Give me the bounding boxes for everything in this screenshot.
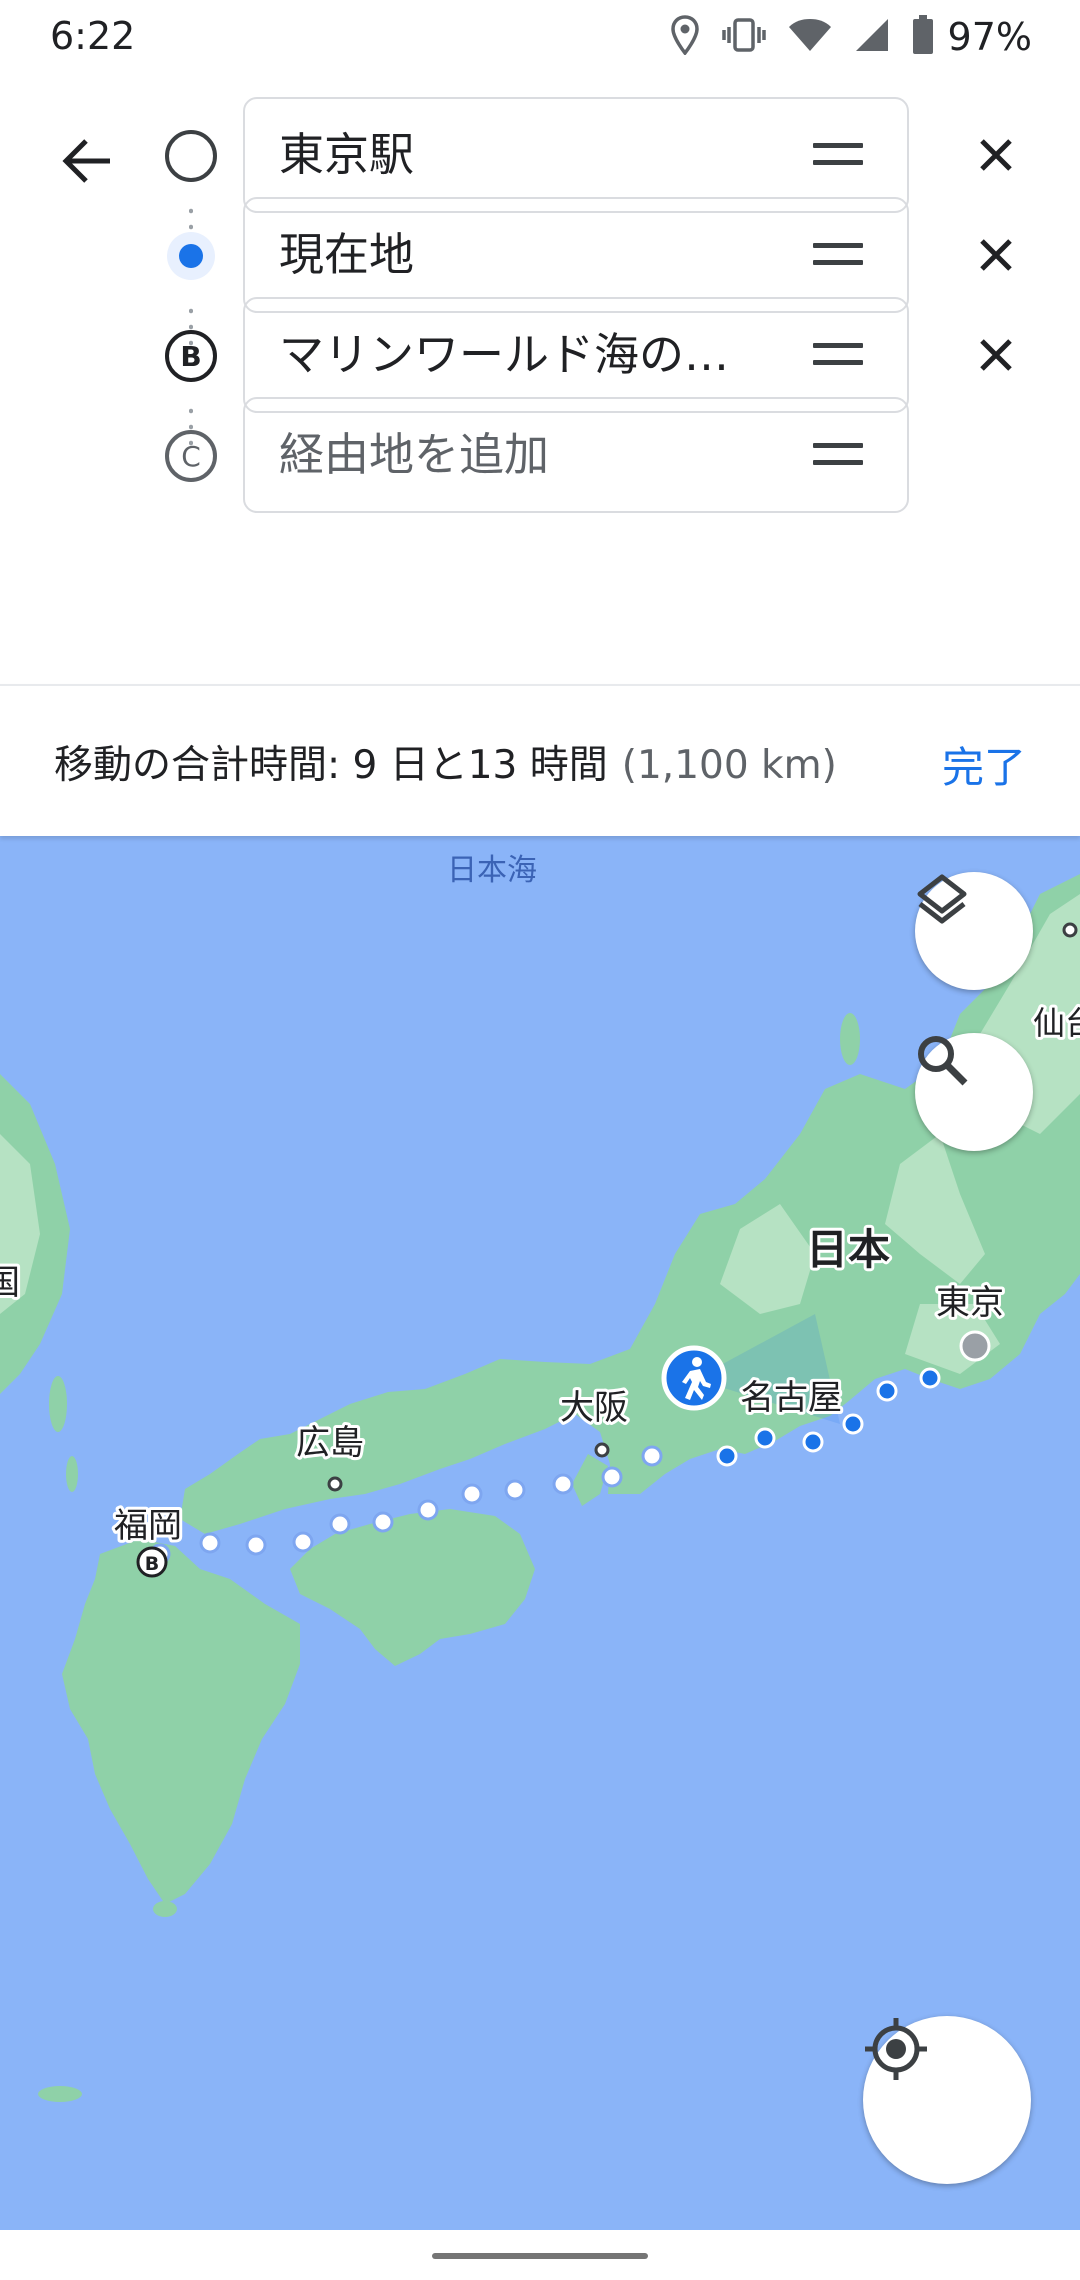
add-stop-field[interactable]: 経由地を追加 (243, 397, 909, 513)
layers-icon (917, 874, 967, 924)
done-button[interactable]: 完了 (942, 734, 1026, 795)
route-dot (754, 1427, 776, 1449)
destination-field[interactable]: マリンワールド海の… (243, 297, 909, 413)
route-dot (417, 1499, 439, 1521)
directions-panel: 東京駅 現在地 B マリンワールド海の… C 経由地を追加 (0, 75, 1080, 685)
wifi-icon (788, 17, 832, 57)
trip-summary: 移動の合計時間: 9 日と13 時間 (1,100 km) 完了 (0, 684, 1080, 836)
origin-field[interactable]: 東京駅 (243, 97, 909, 213)
vibrate-icon (721, 17, 766, 57)
destination-value: マリンワールド海の… (279, 328, 730, 381)
route-dot (919, 1367, 941, 1389)
svg-text:C: C (181, 440, 201, 473)
route-dot (292, 1531, 314, 1553)
route-dot (716, 1445, 738, 1467)
route-dot (461, 1483, 483, 1505)
my-location-button[interactable] (863, 2016, 1031, 2184)
battery-icon (912, 15, 934, 59)
stop-c-marker-icon: C (163, 428, 219, 484)
origin-value: 東京駅 (279, 128, 415, 181)
route-dot (329, 1513, 351, 1535)
map-label-japan: 日本 (806, 1225, 890, 1274)
map-label-nagoya: 名古屋 (740, 1378, 842, 1418)
status-icons: 97% (670, 12, 1032, 62)
map-label-tokyo: 東京 (936, 1283, 1004, 1323)
search-icon (918, 1036, 968, 1086)
map-label-hiroshima: 広島 (296, 1423, 364, 1463)
drag-handle-icon[interactable] (813, 143, 863, 169)
route-dot (842, 1413, 864, 1435)
total-distance: (1,100 km) (621, 743, 837, 788)
total-time-label: 移動の合計時間: 9 日と13 時間 (1,100 km) (54, 734, 837, 790)
total-time-text: 移動の合計時間: 9 日と13 時間 (54, 743, 608, 788)
island (49, 1376, 67, 1432)
drag-handle-icon[interactable] (813, 443, 863, 469)
map-label-sea: 日本海 (447, 853, 537, 888)
svg-text:B: B (180, 340, 201, 373)
map-label-osaka: 大阪 (560, 1388, 628, 1428)
signal-icon (854, 17, 890, 57)
status-bar: 6:22 97% (0, 0, 1080, 75)
route-dot (245, 1534, 267, 1556)
land-shikoku (290, 1509, 535, 1666)
route-dot (802, 1431, 824, 1453)
home-gesture-handle[interactable] (432, 2253, 648, 2259)
add-stop-placeholder: 経由地を追加 (279, 428, 550, 481)
island (840, 1013, 860, 1065)
layers-button[interactable] (915, 872, 1033, 990)
close-icon (980, 339, 1012, 371)
origin-marker-icon (163, 128, 219, 184)
battery-percent: 97% (947, 15, 1032, 59)
back-button[interactable] (50, 125, 122, 197)
map-label-sendai: 仙台 (1033, 1004, 1080, 1042)
destination-marker-b-label: B (145, 1553, 159, 1575)
remove-stop-button[interactable] (964, 323, 1028, 387)
land-kyushu (62, 1539, 300, 1904)
island (38, 2086, 82, 2102)
stop-field[interactable]: 現在地 (243, 197, 909, 313)
city-point-hiroshima (327, 1476, 343, 1492)
my-location-icon (865, 2018, 927, 2080)
city-point-tokyo (959, 1330, 991, 1362)
arrow-back-icon (62, 139, 110, 183)
current-location-marker-icon (163, 228, 219, 284)
close-icon (980, 239, 1012, 271)
route-dot (641, 1445, 663, 1467)
status-time: 6:22 (50, 14, 136, 58)
route-dot (601, 1466, 623, 1488)
island (153, 1901, 177, 1917)
drag-handle-icon[interactable] (813, 243, 863, 269)
route-dot (504, 1479, 526, 1501)
search-button[interactable] (915, 1033, 1033, 1151)
remove-stop-button[interactable] (964, 223, 1028, 287)
drag-handle-icon[interactable] (813, 343, 863, 369)
map-view[interactable]: B 日本海 仙台 日本 東京 名古屋 大阪 広島 福岡 国 (0, 834, 1080, 2230)
city-point-sendai (1062, 922, 1078, 938)
stop-value: 現在地 (279, 228, 415, 281)
route-dot (372, 1511, 394, 1533)
island (66, 1456, 78, 1492)
map-label-korea: 国 (0, 1263, 20, 1303)
location-icon (670, 15, 700, 59)
map-label-fukuoka: 福岡 (114, 1506, 182, 1546)
close-icon (980, 139, 1012, 171)
remove-stop-button[interactable] (964, 123, 1028, 187)
route-dot (552, 1473, 574, 1495)
route-dot (876, 1380, 898, 1402)
stop-b-marker-icon: B (163, 328, 219, 384)
city-point-osaka (594, 1442, 610, 1458)
route-dot (199, 1532, 221, 1554)
gesture-nav-bar (0, 2230, 1080, 2280)
